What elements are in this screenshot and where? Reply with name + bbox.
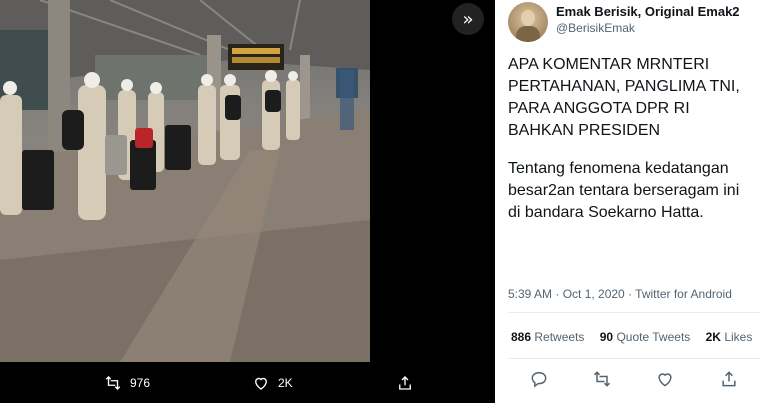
media-viewer: » 976 2K xyxy=(0,0,495,403)
tweet-timestamp[interactable]: 5:39 AM · Oct 1, 2020 · Twitter for Andr… xyxy=(508,287,732,301)
media-like-count: 2K xyxy=(278,376,293,390)
reply-icon xyxy=(531,371,547,388)
retweets-stat[interactable]: 886 Retweets xyxy=(511,330,584,344)
media-action-bar: 976 2K xyxy=(0,362,495,403)
heart-icon xyxy=(658,373,672,387)
tweet-text: APA KOMENTAR MRNTERI PERTAHANAN, PANGLIM… xyxy=(508,54,756,240)
avatar[interactable] xyxy=(508,2,548,42)
airport-scene xyxy=(0,0,370,362)
retweet-icon xyxy=(593,371,611,387)
tweet-stats: 886 Retweets 90 Quote Tweets 2K Likes xyxy=(511,330,760,344)
tweet-panel: Emak Berisik, Original Emak2 @BerisikEma… xyxy=(495,0,760,403)
reply-button[interactable] xyxy=(529,369,551,391)
divider xyxy=(508,358,760,359)
retweet-icon xyxy=(105,376,121,390)
media-share-button[interactable] xyxy=(396,374,414,392)
like-button[interactable] xyxy=(655,369,677,391)
display-name[interactable]: Emak Berisik, Original Emak2 xyxy=(556,4,740,19)
user-handle[interactable]: @BerisikEmak xyxy=(556,21,635,35)
tweet-paragraph-2: Tentang fenomena kedatangan besar2an ten… xyxy=(508,160,740,221)
media-retweet-button[interactable]: 976 xyxy=(104,374,150,392)
next-media-button[interactable]: » xyxy=(452,3,484,35)
tweet-paragraph-1: APA KOMENTAR MRNTERI PERTAHANAN, PANGLIM… xyxy=(508,56,740,139)
tweet-photo[interactable] xyxy=(0,0,370,362)
media-retweet-count: 976 xyxy=(130,376,151,390)
media-like-button[interactable]: 2K xyxy=(252,374,293,392)
quote-tweets-stat[interactable]: 90 Quote Tweets xyxy=(600,330,691,344)
share-icon xyxy=(399,376,411,390)
tweet-action-bar xyxy=(495,362,760,403)
chevron-double-right-icon: » xyxy=(462,8,474,30)
likes-stat[interactable]: 2K Likes xyxy=(706,330,753,344)
retweet-button[interactable] xyxy=(592,369,614,391)
share-button[interactable] xyxy=(719,369,741,391)
share-icon xyxy=(722,371,736,387)
divider xyxy=(508,312,760,313)
heart-icon xyxy=(255,377,267,390)
